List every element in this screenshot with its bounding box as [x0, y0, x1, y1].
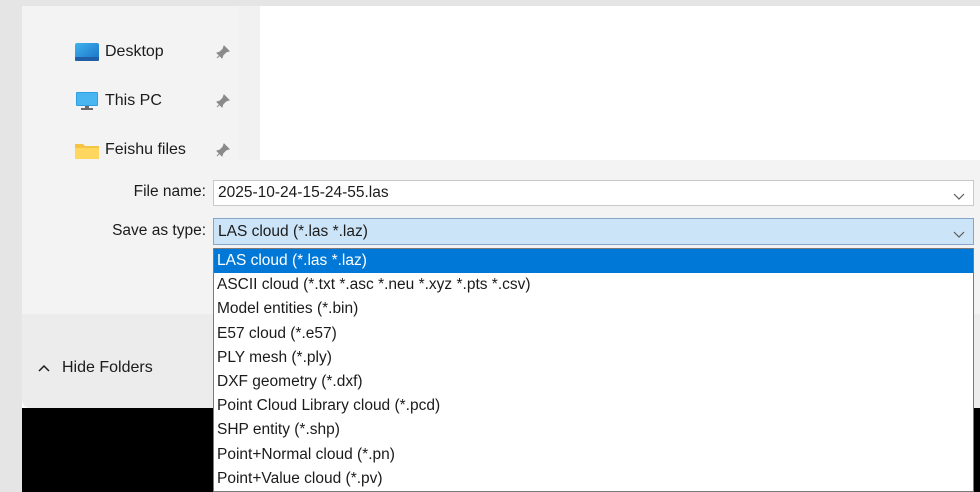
nav-item-desktop[interactable]: Desktop: [74, 37, 234, 67]
dropdown-option[interactable]: Point+Value cloud (*.pv): [214, 467, 973, 491]
chevron-down-icon[interactable]: [953, 188, 965, 200]
folder-icon: [74, 140, 100, 160]
dropdown-option[interactable]: DXF geometry (*.dxf): [214, 370, 973, 394]
chevron-down-icon[interactable]: [953, 226, 965, 238]
save-dialog-screenshot: Desktop This PC Feishu files File name: …: [0, 0, 980, 492]
pin-icon[interactable]: [216, 143, 230, 157]
file-name-input[interactable]: 2025-10-24-15-24-55.las: [213, 180, 974, 206]
file-name-value: 2025-10-24-15-24-55.las: [218, 184, 389, 201]
pin-icon[interactable]: [216, 45, 230, 59]
dropdown-option[interactable]: SHP entity (*.shp): [214, 418, 973, 442]
dropdown-option[interactable]: Point Cloud Library cloud (*.pcd): [214, 394, 973, 418]
backdrop: [0, 0, 22, 492]
nav-item-label: This PC: [105, 92, 162, 109]
chevron-up-icon: [38, 364, 50, 372]
hide-folders-button[interactable]: Hide Folders: [38, 356, 153, 380]
dropdown-option[interactable]: LAS cloud (*.las *.laz): [214, 249, 973, 274]
file-list-pane[interactable]: [260, 6, 980, 160]
dropdown-option[interactable]: ASCII cloud (*.txt *.asc *.neu *.xyz *.p…: [214, 273, 973, 297]
save-type-select[interactable]: LAS cloud (*.las *.laz): [213, 218, 974, 245]
file-name-label: File name:: [133, 183, 206, 200]
save-type-label: Save as type:: [112, 222, 206, 239]
dropdown-option[interactable]: Point+Normal cloud (*.pn): [214, 443, 973, 467]
nav-item-this-pc[interactable]: This PC: [74, 86, 234, 116]
save-type-value: LAS cloud (*.las *.laz): [218, 222, 368, 240]
pin-icon[interactable]: [216, 94, 230, 108]
save-type-dropdown-list[interactable]: LAS cloud (*.las *.laz) ASCII cloud (*.tx…: [213, 248, 974, 492]
this-pc-icon: [74, 91, 100, 111]
dropdown-option[interactable]: E57 cloud (*.e57): [214, 322, 973, 346]
dropdown-option[interactable]: PLY mesh (*.ply): [214, 346, 973, 370]
navigation-pane-scrollbar-track[interactable]: [238, 6, 260, 160]
dropdown-option[interactable]: Model entities (*.bin): [214, 297, 973, 321]
desktop-icon: [74, 42, 100, 62]
hide-folders-label: Hide Folders: [62, 359, 153, 376]
nav-item-label: Desktop: [105, 43, 164, 60]
nav-item-label: Feishu files: [105, 141, 186, 158]
